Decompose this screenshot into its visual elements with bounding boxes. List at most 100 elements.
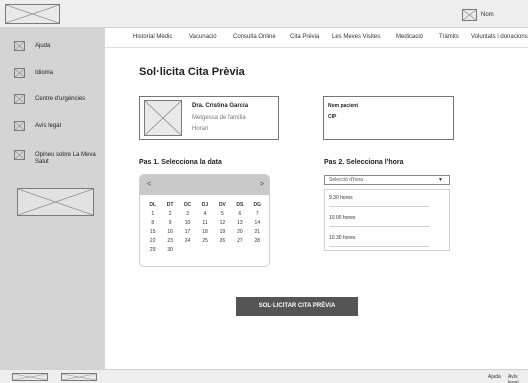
footer-logo-placeholder [12,373,48,381]
nav-item-consulta-online[interactable]: Consulta Online [233,34,276,40]
calendar-day[interactable]: 19 [214,229,231,236]
top-bar: Nom [0,0,528,28]
calendar-day[interactable]: 13 [231,220,248,227]
doctor-schedule-link[interactable]: Horari [192,126,208,132]
calendar-day[interactable]: 1 [144,211,161,218]
calendar-day[interactable]: 11 [196,220,213,227]
calendar-day[interactable]: 28 [249,238,266,245]
calendar-day[interactable]: 14 [249,220,266,227]
calendar-day[interactable]: 18 [196,229,213,236]
calendar-day[interactable]: 26 [214,238,231,245]
calendar-day [249,247,266,254]
sidebar-item-avis-legal[interactable]: Avís legal [14,121,97,131]
calendar-day[interactable]: 4 [196,211,213,218]
calendar-day[interactable]: 27 [231,238,248,245]
calendar-day[interactable]: 10 [179,220,196,227]
page-title: Sol·licita Cita Prèvia [139,66,245,78]
calendar-weekday: DT [166,202,174,208]
calendar-day[interactable]: 7 [249,211,266,218]
hour-select[interactable]: Selecció d'hora ▼ [324,175,450,185]
calendar-day[interactable]: 6 [231,211,248,218]
main-nav: Historial Mèdic Vacunació Consulta Onlin… [105,28,528,48]
calendar-prev-icon[interactable]: < [147,181,151,188]
chevron-down-icon: ▼ [438,177,443,183]
calendar-day[interactable]: 12 [214,220,231,227]
footer-link-ajuda[interactable]: Ajuda [488,374,501,380]
calendar-grid: DL DT DC DJ DV DS DG 1 2 3 4 5 6 7 8 9 10 11 12 13 14 15 16 17 1… [144,202,266,254]
calendar-day[interactable]: 20 [231,229,248,236]
calendar-day[interactable]: 25 [196,238,213,245]
calendar-day[interactable]: 24 [179,238,196,245]
placeholder-icon [14,150,25,160]
hour-select-value: Selecció d'hora [329,177,364,183]
calendar-day[interactable]: 30 [161,247,178,254]
calendar-weekday: DJ [201,202,209,208]
sidebar-item-label: Ajuda [35,43,51,49]
calendar-header: < > [140,175,269,195]
hour-option[interactable]: 10.30 hores [329,235,429,247]
calendar-day[interactable]: 2 [161,211,178,218]
step2-heading: Pas 2. Selecciona l'hora [324,159,404,166]
calendar-day[interactable]: 23 [161,238,178,245]
hour-option[interactable]: 10.00 hores [329,215,429,227]
banner-placeholder[interactable] [17,188,94,216]
calendar-day [231,247,248,254]
user-menu[interactable]: Nom [462,8,494,22]
patient-card: Nom pacient CIP [323,96,454,140]
sidebar-item-label: Avís legal [35,123,61,129]
patient-name-label: Nom pacient [328,103,359,109]
footer: Ajuda Avís legal [0,369,528,383]
nav-item-vacunacio[interactable]: Vacunació [189,34,217,40]
calendar-day[interactable]: 22 [144,238,161,245]
nav-item-voluntats[interactable]: Voluntats i donacions [471,34,528,40]
hour-option[interactable]: 9.30 hores [329,195,429,207]
nav-item-cita-previa[interactable]: Cita Prèvia [290,34,319,40]
doctor-photo-placeholder [144,100,182,136]
calendar-day[interactable]: 3 [179,211,196,218]
submit-appointment-button[interactable]: SOL·LICITAR CITA PRÈVIA [236,297,358,316]
calendar-next-icon[interactable]: > [260,181,264,188]
sidebar-item-urgencies[interactable]: Centre d'urgències [14,94,97,104]
nav-item-medicacio[interactable]: Medicació [396,34,423,40]
sidebar-item-label: Opineu sobre La Meva Salut [35,152,96,165]
calendar-day [179,247,196,254]
doctor-card: Dra. Cristina Garcia Metgessa de família… [139,96,279,140]
nav-item-visites[interactable]: Les Meves Visites [332,34,380,40]
calendar-day[interactable]: 15 [144,229,161,236]
user-avatar-icon [462,9,477,21]
calendar-day[interactable]: 17 [179,229,196,236]
footer-link-avis-legal[interactable]: Avís legal [508,374,528,383]
sidebar-item-label: Centre d'urgències [35,96,86,102]
calendar-weekday: DL [149,202,157,208]
calendar-day[interactable]: 16 [161,229,178,236]
sidebar-item-opineu[interactable]: Opineu sobre La Meva Salut [14,150,97,166]
main-content: Sol·licita Cita Prèvia Dra. Cristina Gar… [105,48,528,369]
date-calendar: < > DL DT DC DJ DV DS DG 1 2 3 4 5 6 7 8 9 10 11 12 13 14 15 1… [139,174,270,267]
calendar-day[interactable]: 21 [249,229,266,236]
placeholder-icon [14,94,25,104]
nav-item-tramits[interactable]: Tràmits [439,34,459,40]
sidebar-item-label: Idioma [35,70,54,76]
patient-cip-label: CIP [328,114,337,120]
calendar-day [196,247,213,254]
placeholder-icon [14,121,25,131]
placeholder-icon [14,41,25,51]
calendar-day[interactable]: 5 [214,211,231,218]
calendar-weekday: DV [218,202,226,208]
sidebar: Ajuda Idioma Centre d'urgències Avís leg… [0,28,105,369]
placeholder-icon [14,68,25,78]
hour-list: 9.30 hores 10.00 hores 10.30 hores [324,189,450,251]
calendar-day[interactable]: 9 [161,220,178,227]
sidebar-item-idioma[interactable]: Idioma [14,68,97,78]
calendar-day[interactable]: 8 [144,220,161,227]
calendar-day [214,247,231,254]
calendar-weekday: DG [253,202,262,208]
sidebar-item-ajuda[interactable]: Ajuda [14,41,97,51]
doctor-specialty: Metgessa de família [192,115,246,121]
calendar-day[interactable]: 29 [144,247,161,254]
calendar-weekday: DS [236,202,244,208]
step1-heading: Pas 1. Selecciona la data [139,159,222,166]
footer-logo-placeholder [61,373,97,381]
logo-placeholder[interactable] [5,4,60,24]
nav-item-historial[interactable]: Historial Mèdic [133,34,172,40]
